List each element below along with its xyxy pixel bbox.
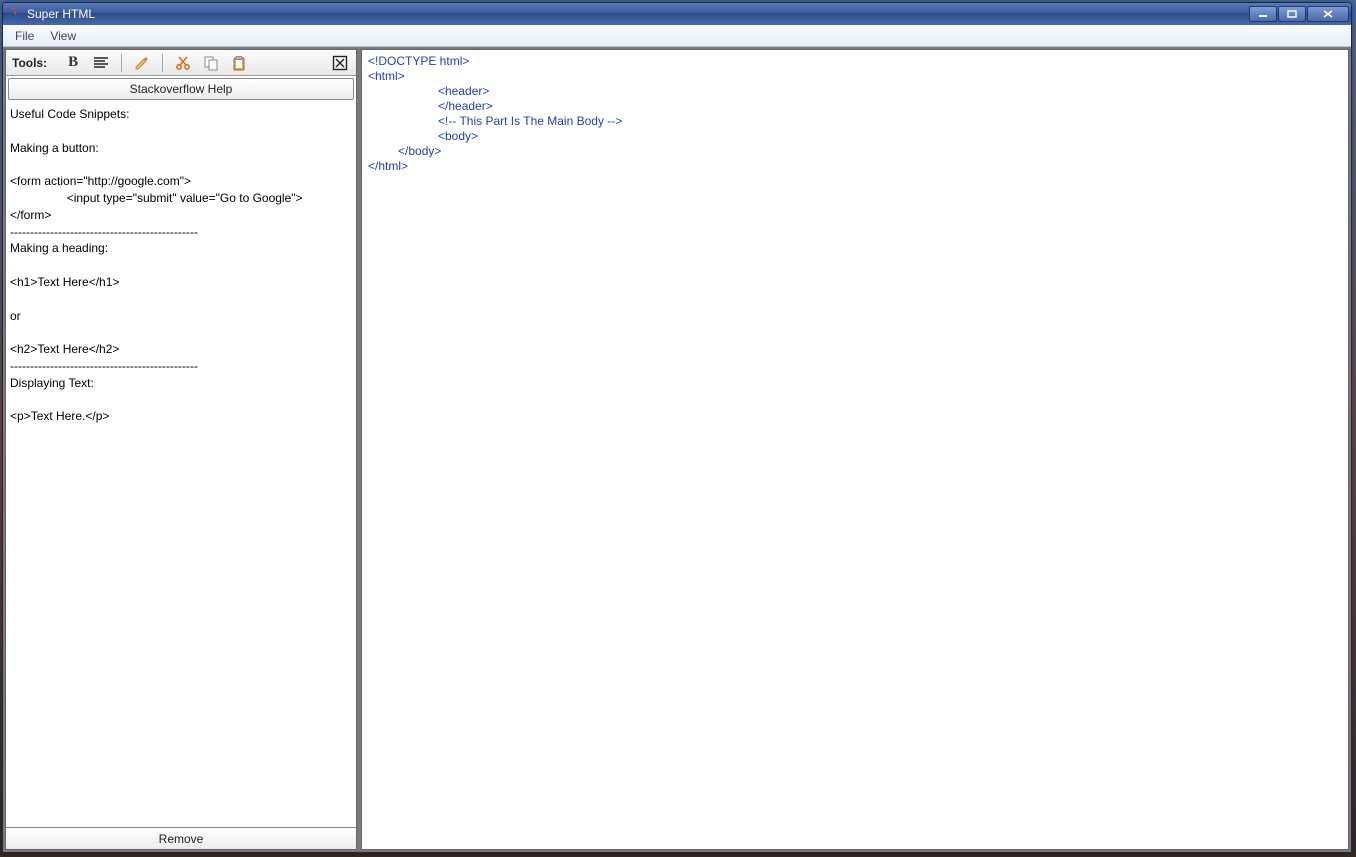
code-line: <!DOCTYPE html> xyxy=(368,54,469,68)
sidebar: Tools: B xyxy=(5,49,357,850)
paste-clipboard-icon[interactable] xyxy=(229,53,249,73)
menubar: File View xyxy=(3,25,1351,47)
content-area: Tools: B xyxy=(3,47,1351,852)
app-window: Super HTML File View Tools: B xyxy=(2,2,1352,853)
toolbar: Tools: B xyxy=(6,50,356,76)
close-panel-icon[interactable] xyxy=(330,53,350,73)
edit-pencil-icon[interactable] xyxy=(132,53,152,73)
align-icon[interactable] xyxy=(91,53,111,73)
cut-scissors-icon[interactable] xyxy=(173,53,193,73)
code-line: <html> xyxy=(368,69,405,83)
toolbar-separator xyxy=(162,54,163,72)
tools-label: Tools: xyxy=(12,56,47,70)
remove-button[interactable]: Remove xyxy=(6,827,356,849)
code-line: <body> xyxy=(368,129,1342,144)
menu-view[interactable]: View xyxy=(44,27,82,45)
window-controls xyxy=(1248,6,1349,22)
minimize-button[interactable] xyxy=(1249,6,1277,22)
window-title: Super HTML xyxy=(27,7,95,21)
menu-file[interactable]: File xyxy=(9,27,40,45)
code-line: </body> xyxy=(368,144,1342,159)
code-line: <header> xyxy=(368,84,1342,99)
copy-icon[interactable] xyxy=(201,53,221,73)
code-line: </header> xyxy=(368,99,1342,114)
stackoverflow-help-button[interactable]: Stackoverflow Help xyxy=(8,78,354,100)
snippets-panel[interactable]: Useful Code Snippets: Making a button: <… xyxy=(6,102,356,827)
titlebar[interactable]: Super HTML xyxy=(3,3,1351,25)
close-button[interactable] xyxy=(1307,6,1349,22)
code-line: <!-- This Part Is The Main Body --> xyxy=(368,114,1342,129)
toolbar-separator xyxy=(121,54,122,72)
remove-button-label: Remove xyxy=(159,832,204,846)
bold-icon[interactable]: B xyxy=(63,53,83,73)
help-button-label: Stackoverflow Help xyxy=(130,82,233,96)
code-line: </html> xyxy=(368,159,408,173)
code-editor[interactable]: <!DOCTYPE html> <html> <header> </header… xyxy=(361,49,1349,850)
maximize-button[interactable] xyxy=(1278,6,1306,22)
java-icon xyxy=(7,6,23,22)
